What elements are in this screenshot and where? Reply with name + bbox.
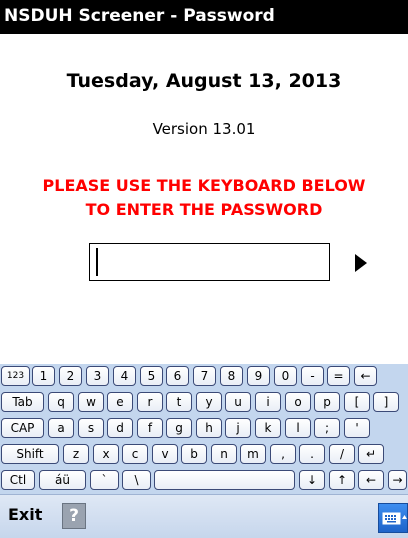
password-input[interactable]: [92, 246, 325, 278]
soft-keyboard: 123 1 2 3 4 5 6 7 8 9 0- = ← Tab q w e r t y u i o p[] CAP a s d f g h…: [0, 364, 408, 494]
keyboard-row: CAP a s d f g h j k l; ': [0, 418, 408, 439]
key-accents[interactable]: áü: [39, 470, 86, 490]
key-w[interactable]: w: [78, 392, 104, 412]
key-3[interactable]: 3: [86, 366, 109, 386]
keyboard-icon: [382, 512, 407, 525]
key-backslash[interactable]: \: [122, 470, 151, 490]
key-r[interactable]: r: [137, 392, 163, 412]
key-right-arrow[interactable]: →: [388, 470, 407, 490]
key-1[interactable]: 1: [32, 366, 55, 386]
instruction-line-2: TO ENTER THE PASSWORD: [85, 200, 323, 219]
key-h[interactable]: h: [196, 418, 222, 438]
key-q[interactable]: q: [48, 392, 74, 412]
version-label: Version 13.01: [152, 120, 256, 138]
key-u[interactable]: u: [225, 392, 251, 412]
key-d[interactable]: d: [107, 418, 133, 438]
key-l[interactable]: l: [285, 418, 311, 438]
exit-button[interactable]: Exit: [8, 505, 42, 524]
key-left-arrow[interactable]: ←: [358, 470, 384, 490]
right-arrow-icon: [355, 254, 367, 272]
key-2[interactable]: 2: [59, 366, 82, 386]
instruction-line-1: PLEASE USE THE KEYBOARD BELOW: [42, 176, 366, 195]
key-equals[interactable]: =: [327, 366, 350, 386]
key-o[interactable]: o: [285, 392, 311, 412]
password-screen: NSDUH Screener - Password Tuesday, Augus…: [0, 0, 408, 538]
key-caps[interactable]: CAP: [1, 418, 44, 438]
key-123[interactable]: 123: [1, 366, 30, 386]
password-field[interactable]: [89, 243, 330, 281]
bottom-menu-bar: Exit ?: [0, 494, 408, 538]
keyboard-input-button[interactable]: [378, 503, 408, 533]
key-backspace[interactable]: ←: [354, 366, 377, 386]
key-0[interactable]: 0: [274, 366, 297, 386]
key-f[interactable]: f: [137, 418, 163, 438]
key-e[interactable]: e: [107, 392, 133, 412]
text-caret: [96, 248, 98, 276]
key-a[interactable]: a: [48, 418, 74, 438]
date-label: Tuesday, August 13, 2013: [66, 70, 342, 92]
key-8[interactable]: 8: [220, 366, 243, 386]
help-icon[interactable]: ?: [62, 503, 86, 529]
key-b[interactable]: b: [181, 444, 207, 464]
key-apostrophe[interactable]: ': [344, 418, 370, 438]
keyboard-row: Tab q w e r t y u i o p[]: [0, 392, 408, 413]
key-6[interactable]: 6: [166, 366, 189, 386]
submit-arrow-button[interactable]: [350, 252, 370, 274]
key-4[interactable]: 4: [113, 366, 136, 386]
key-period[interactable]: .: [299, 444, 325, 464]
keyboard-row: Shift z x c v b n m,. / ↵: [0, 444, 408, 465]
key-tab[interactable]: Tab: [1, 392, 44, 412]
key-c[interactable]: c: [122, 444, 148, 464]
key-s[interactable]: s: [78, 418, 104, 438]
key-shift[interactable]: Shift: [1, 444, 59, 464]
key-z[interactable]: z: [63, 444, 89, 464]
key-g[interactable]: g: [166, 418, 192, 438]
key-enter[interactable]: ↵: [358, 444, 384, 464]
key-j[interactable]: j: [225, 418, 251, 438]
key-slash[interactable]: /: [329, 444, 355, 464]
key-i[interactable]: i: [255, 392, 281, 412]
key-p[interactable]: p: [314, 392, 340, 412]
key-comma[interactable]: ,: [270, 444, 296, 464]
key-minus[interactable]: -: [301, 366, 324, 386]
keyboard-row: Ctl áü ` \ ↓ ↑ ← →: [0, 470, 408, 491]
key-left-bracket[interactable]: [: [344, 392, 370, 412]
key-backtick[interactable]: `: [90, 470, 119, 490]
key-n[interactable]: n: [211, 444, 237, 464]
keyboard-row: 123 1 2 3 4 5 6 7 8 9 0- = ←: [0, 366, 408, 387]
title-bar: NSDUH Screener - Password: [0, 0, 408, 34]
key-ctrl[interactable]: Ctl: [1, 470, 35, 490]
window-title: NSDUH Screener - Password: [4, 6, 275, 26]
key-t[interactable]: t: [166, 392, 192, 412]
key-up-arrow[interactable]: ↑: [329, 470, 355, 490]
key-down-arrow[interactable]: ↓: [299, 470, 325, 490]
key-k[interactable]: k: [255, 418, 281, 438]
key-x[interactable]: x: [93, 444, 119, 464]
key-7[interactable]: 7: [193, 366, 216, 386]
key-v[interactable]: v: [152, 444, 178, 464]
key-5[interactable]: 5: [140, 366, 163, 386]
key-y[interactable]: y: [196, 392, 222, 412]
key-9[interactable]: 9: [247, 366, 270, 386]
key-right-bracket[interactable]: ]: [373, 392, 399, 412]
key-space[interactable]: [154, 470, 295, 490]
key-m[interactable]: m: [240, 444, 266, 464]
key-semicolon[interactable]: ;: [314, 418, 340, 438]
